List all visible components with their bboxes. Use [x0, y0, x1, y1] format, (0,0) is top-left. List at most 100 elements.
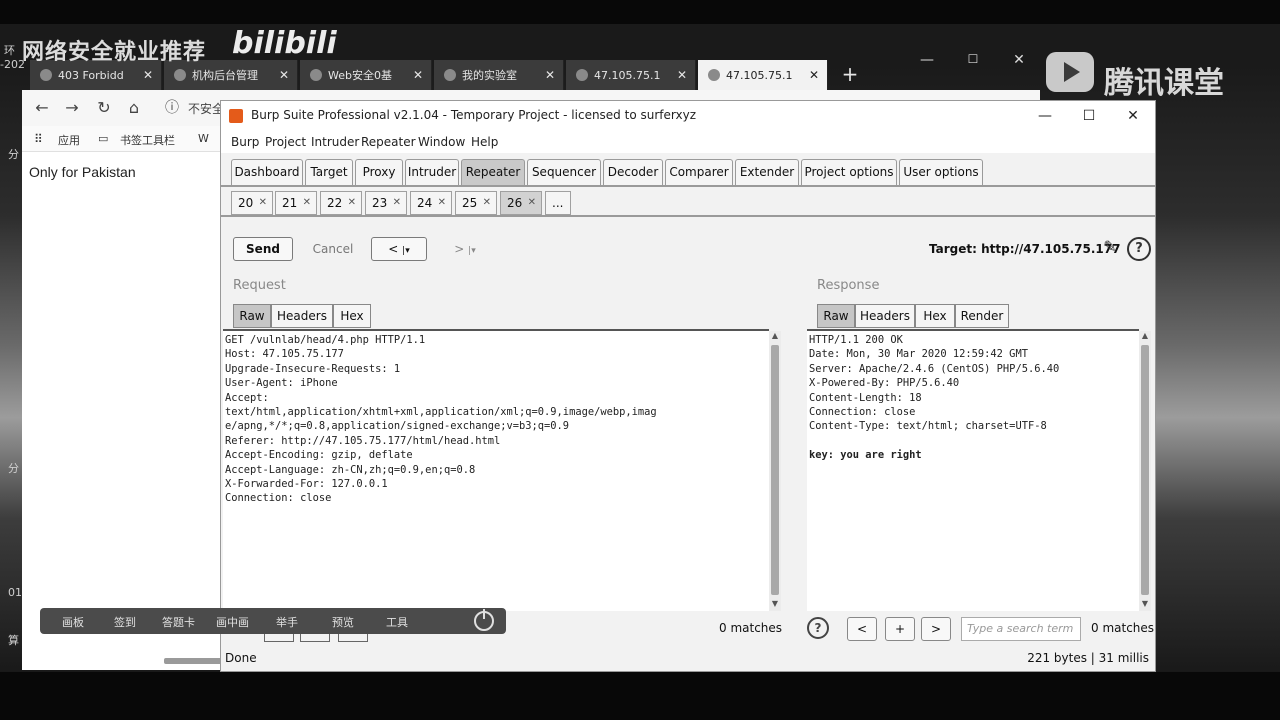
browser-minimize-button[interactable]: — — [912, 52, 942, 74]
back-arrow-icon[interactable]: ← — [32, 98, 52, 118]
scroll-up-icon[interactable]: ▲ — [769, 331, 781, 343]
browser-maximize-button[interactable]: ☐ — [958, 52, 988, 74]
cancel-button[interactable]: Cancel — [303, 237, 363, 261]
request-tab-hex[interactable]: Hex — [333, 304, 371, 328]
close-icon[interactable]: ✕ — [528, 192, 536, 214]
tab-target[interactable]: Target — [305, 159, 353, 185]
repeater-tab-more[interactable]: ... — [545, 191, 571, 215]
menu-help[interactable]: Help — [471, 135, 498, 149]
response-search-input[interactable]: Type a search term — [961, 617, 1081, 641]
response-tab-hex[interactable]: Hex — [915, 304, 955, 328]
menu-intruder[interactable]: Intruder — [311, 135, 359, 149]
toolbar-item-checkin[interactable]: 签到 — [114, 614, 136, 630]
search-add-button[interactable]: + — [885, 617, 915, 641]
tab-extender[interactable]: Extender — [735, 159, 799, 185]
close-icon[interactable]: ✕ — [279, 68, 289, 82]
pencil-icon[interactable]: ✎ — [1099, 237, 1121, 261]
repeater-tab[interactable]: 20 ✕ — [231, 191, 273, 215]
scroll-thumb[interactable] — [771, 345, 779, 595]
tab-dashboard[interactable]: Dashboard — [231, 159, 303, 185]
bookmark-w[interactable]: W — [198, 132, 209, 145]
request-editor[interactable]: GET /vulnlab/head/4.php HTTP/1.1 Host: 4… — [223, 329, 769, 611]
close-icon[interactable]: ✕ — [483, 192, 491, 214]
apps-grid-icon[interactable]: ⠿ — [34, 132, 43, 146]
close-icon[interactable]: ✕ — [438, 192, 446, 214]
toolbar-item-tools[interactable]: 工具 — [386, 614, 408, 630]
repeater-tab[interactable]: 22 ✕ — [320, 191, 362, 215]
tab-repeater[interactable]: Repeater — [461, 159, 525, 185]
response-tab-raw[interactable]: Raw — [817, 304, 855, 328]
menu-burp[interactable]: Burp — [231, 135, 259, 149]
search-prev-button[interactable]: < — [847, 617, 877, 641]
tab-comparer[interactable]: Comparer — [665, 159, 733, 185]
help-icon[interactable]: ? — [1127, 237, 1151, 261]
info-icon[interactable]: ⓘ — [162, 98, 182, 118]
tab-sequencer[interactable]: Sequencer — [527, 159, 601, 185]
toolbar-item-preview[interactable]: 预览 — [332, 614, 354, 630]
toolbar-item-whiteboard[interactable]: 画板 — [62, 614, 84, 630]
minimize-button[interactable]: — — [1025, 105, 1065, 127]
request-line: Host: 47.105.75.177 — [225, 348, 344, 360]
repeater-tab[interactable]: 24 ✕ — [410, 191, 452, 215]
scroll-down-icon[interactable]: ▼ — [769, 599, 781, 611]
repeater-tab-active[interactable]: 26 ✕ — [500, 191, 542, 215]
tab-intruder[interactable]: Intruder — [405, 159, 459, 185]
response-editor[interactable]: HTTP/1.1 200 OK Date: Mon, 30 Mar 2020 1… — [807, 329, 1139, 611]
menu-project[interactable]: Project — [265, 135, 306, 149]
close-icon[interactable]: ✕ — [393, 192, 401, 214]
power-icon[interactable] — [474, 609, 494, 631]
response-tab-headers[interactable]: Headers — [855, 304, 915, 328]
close-icon[interactable]: ✕ — [545, 68, 555, 82]
close-icon[interactable]: ✕ — [677, 68, 687, 82]
bookmark-toolbar[interactable]: 书签工具栏 — [120, 132, 175, 148]
menu-window[interactable]: Window — [418, 135, 465, 149]
menu-repeater[interactable]: Repeater — [361, 135, 416, 149]
close-icon[interactable]: ✕ — [348, 192, 356, 214]
request-tab-headers[interactable]: Headers — [271, 304, 333, 328]
request-line: GET /vulnlab/head/4.php HTTP/1.1 — [225, 334, 426, 346]
search-next-button[interactable]: > — [921, 617, 951, 641]
tab-user-options[interactable]: User options — [899, 159, 983, 185]
close-icon[interactable]: ✕ — [809, 68, 819, 82]
close-button[interactable]: ✕ — [1113, 105, 1153, 127]
toolbar-item-pip[interactable]: 画中画 — [216, 614, 249, 630]
repeater-tab-label: 26 — [507, 196, 523, 210]
new-tab-button[interactable]: + — [838, 62, 862, 86]
repeater-tab[interactable]: 25 ✕ — [455, 191, 497, 215]
close-icon[interactable]: ✕ — [413, 68, 423, 82]
tab-project-options[interactable]: Project options — [801, 159, 897, 185]
send-button[interactable]: Send — [233, 237, 293, 261]
history-forward-button[interactable]: > |▾ — [437, 237, 493, 261]
help-icon[interactable]: ? — [807, 617, 829, 639]
toolbar-item-raise-hand[interactable]: 举手 — [276, 614, 298, 630]
browser-tab-active[interactable]: 47.105.75.1 ✕ — [698, 60, 828, 90]
request-scrollbar[interactable]: ▲ ▼ — [769, 331, 781, 611]
horizontal-scrollbar[interactable] — [164, 658, 224, 664]
request-tab-raw[interactable]: Raw — [233, 304, 271, 328]
close-icon[interactable]: ✕ — [259, 192, 267, 214]
insecure-label[interactable]: 不安全 — [188, 100, 224, 117]
scroll-up-icon[interactable]: ▲ — [1139, 331, 1151, 343]
tab-decoder[interactable]: Decoder — [603, 159, 663, 185]
bookmark-apps[interactable]: 应用 — [58, 132, 80, 148]
maximize-button[interactable]: ☐ — [1069, 105, 1109, 127]
response-scrollbar[interactable]: ▲ ▼ — [1139, 331, 1151, 611]
close-icon[interactable]: ✕ — [303, 192, 311, 214]
reload-icon[interactable]: ↻ — [94, 98, 114, 118]
history-back-button[interactable]: < |▾ — [371, 237, 427, 261]
browser-tab[interactable]: Web安全0基 ✕ — [300, 60, 432, 90]
response-tab-render[interactable]: Render — [955, 304, 1009, 328]
forward-arrow-icon[interactable]: → — [62, 98, 82, 118]
scroll-thumb[interactable] — [1141, 345, 1149, 595]
repeater-tab[interactable]: 21 ✕ — [275, 191, 317, 215]
home-icon[interactable]: ⌂ — [124, 98, 144, 118]
browser-close-button[interactable]: ✕ — [1004, 52, 1034, 74]
tab-proxy[interactable]: Proxy — [355, 159, 403, 185]
scroll-down-icon[interactable]: ▼ — [1139, 599, 1151, 611]
watermark-text: 网络安全就业推荐 — [22, 40, 207, 65]
repeater-tab[interactable]: 23 ✕ — [365, 191, 407, 215]
browser-tab[interactable]: 47.105.75.1 ✕ — [566, 60, 696, 90]
toolbar-item-answer-card[interactable]: 答题卡 — [162, 614, 195, 630]
close-icon[interactable]: ✕ — [143, 68, 153, 82]
browser-tab[interactable]: 我的实验室 ✕ — [434, 60, 564, 90]
